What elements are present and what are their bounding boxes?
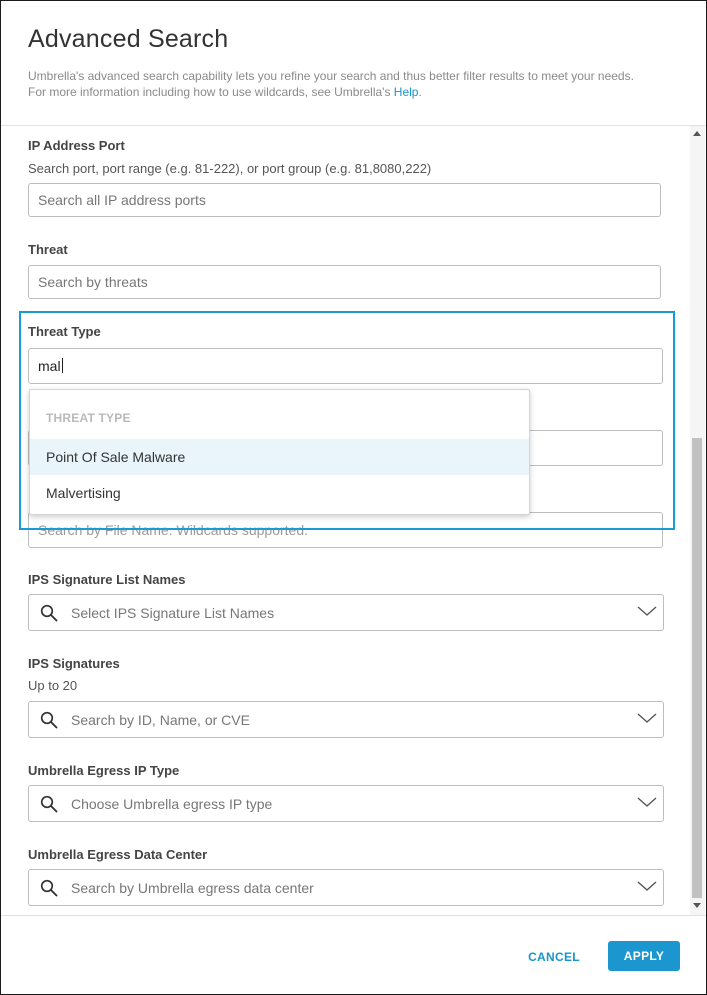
description-period: .	[418, 85, 422, 99]
search-icon	[40, 879, 58, 897]
ips-list-label: IPS Signature List Names	[28, 572, 186, 587]
search-icon	[40, 795, 58, 813]
dropdown-option[interactable]: Malvertising	[30, 475, 529, 511]
text-caret	[61, 358, 63, 373]
threat-type-dropdown: THREAT TYPE Point Of Sale Malware Malver…	[29, 389, 530, 515]
egress-ip-type-select[interactable]: Choose Umbrella egress IP type	[28, 785, 664, 822]
egress-ip-type-label: Umbrella Egress IP Type	[28, 763, 180, 778]
file-name-input[interactable]: Search by File Name. Wildcards supported…	[28, 512, 663, 548]
ip-port-input[interactable]: Search all IP address ports	[28, 183, 661, 217]
scrollbar-thumb[interactable]	[692, 438, 702, 898]
chevron-down-icon	[637, 797, 657, 807]
ips-list-select[interactable]: Select IPS Signature List Names	[28, 594, 664, 631]
search-icon	[40, 604, 58, 622]
scroll-up-arrow-icon[interactable]	[693, 131, 701, 136]
ip-port-hint: Search port, port range (e.g. 81-222), o…	[28, 161, 432, 176]
dialog-header: Advanced Search Umbrella's advanced sear…	[1, 1, 706, 126]
description-line-1: Umbrella's advanced search capability le…	[28, 69, 634, 83]
dialog-description: Umbrella's advanced search capability le…	[28, 68, 678, 100]
advanced-search-dialog: Advanced Search Umbrella's advanced sear…	[0, 0, 707, 995]
chevron-down-icon	[637, 713, 657, 723]
egress-dc-select[interactable]: Search by Umbrella egress data center	[28, 869, 664, 906]
chevron-down-icon	[637, 606, 657, 616]
ip-port-label: IP Address Port	[28, 138, 125, 153]
egress-dc-label: Umbrella Egress Data Center	[28, 847, 208, 862]
scroll-down-arrow-icon[interactable]	[693, 903, 701, 908]
threat-label: Threat	[28, 242, 68, 257]
ips-signatures-label: IPS Signatures	[28, 656, 120, 671]
search-icon	[40, 711, 58, 729]
ips-signatures-placeholder: Search by ID, Name, or CVE	[71, 712, 250, 728]
dialog-footer: CANCEL APPLY	[1, 915, 706, 994]
chevron-down-icon	[637, 881, 657, 891]
ips-signatures-select[interactable]: Search by ID, Name, or CVE	[28, 701, 664, 738]
egress-ip-type-placeholder: Choose Umbrella egress IP type	[71, 796, 273, 812]
ips-signatures-hint: Up to 20	[28, 678, 78, 693]
scrollbar[interactable]	[690, 126, 705, 915]
threat-input[interactable]: Search by threats	[28, 265, 661, 299]
threat-type-value: mal	[38, 358, 61, 374]
threat-type-input[interactable]: mal	[28, 348, 663, 384]
ips-list-placeholder: Select IPS Signature List Names	[71, 605, 275, 621]
help-link[interactable]: Help	[394, 85, 419, 99]
dialog-title: Advanced Search	[28, 25, 229, 53]
dropdown-option[interactable]: Point Of Sale Malware	[30, 439, 529, 475]
egress-dc-placeholder: Search by Umbrella egress data center	[71, 880, 314, 896]
description-line-2: For more information including how to us…	[28, 85, 394, 99]
apply-button[interactable]: APPLY	[608, 941, 680, 971]
cancel-button[interactable]: CANCEL	[521, 942, 587, 972]
filters-scroll-area[interactable]: IP Address Port Search port, port range …	[1, 126, 706, 915]
dropdown-group-header: THREAT TYPE	[46, 411, 131, 425]
threat-type-label: Threat Type	[28, 324, 101, 339]
